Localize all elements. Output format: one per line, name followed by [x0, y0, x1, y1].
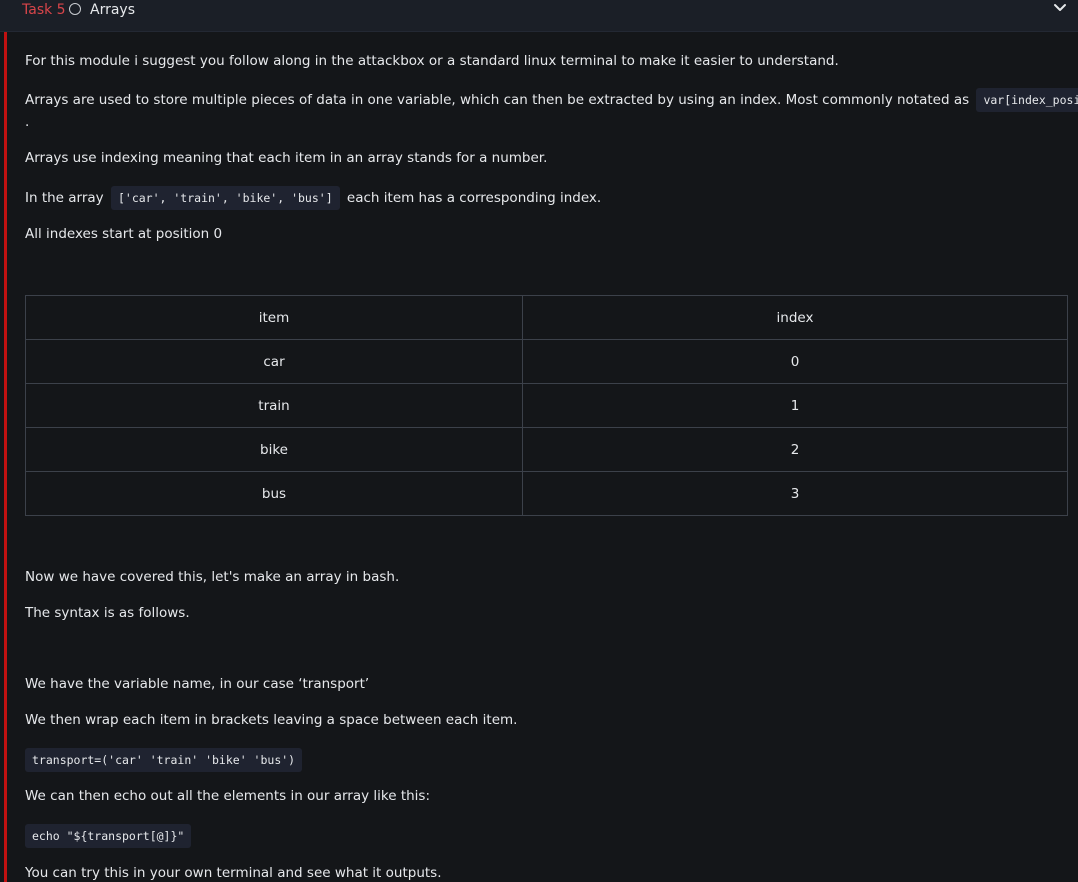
table-cell-item: train: [25, 383, 523, 428]
table-row: bus 3: [25, 471, 1068, 516]
paragraph-period: .: [25, 114, 30, 130]
paragraph-indexing: Arrays use indexing meaning that each it…: [25, 150, 548, 166]
table-row: train 1: [25, 383, 1068, 428]
table-row: car 0: [25, 339, 1068, 384]
table-cell-index: 0: [522, 339, 1068, 384]
paragraph-wrap-items: We then wrap each item in brackets leavi…: [25, 712, 518, 728]
table-cell-index: 1: [522, 383, 1068, 428]
paragraph-text: each item has a corresponding index.: [346, 190, 602, 206]
circle-outline-icon: [69, 3, 81, 15]
paragraph-array-example: In the array ['car', 'train', 'bike', 'b…: [25, 186, 602, 210]
paragraph-variable-name: We have the variable name, in our case ‘…: [25, 676, 370, 692]
index-table: item index car 0 train 1 bike 2 bus 3: [25, 295, 1068, 516]
paragraph-text: In the array: [25, 190, 104, 206]
paragraph-try: You can try this in your own terminal an…: [25, 865, 442, 881]
table-header-item: item: [25, 295, 523, 340]
paragraph-syntax: The syntax is as follows.: [25, 605, 190, 621]
paragraph-echo: We can then echo out all the elements in…: [25, 788, 430, 804]
table-cell-index: 3: [522, 471, 1068, 516]
task-header[interactable]: Task 5 Arrays: [0, 0, 1078, 32]
paragraph-text: Arrays are used to store multiple pieces…: [25, 92, 970, 108]
paragraph-make-array: Now we have covered this, let's make an …: [25, 569, 400, 585]
paragraph-indexes-start: All indexes start at position 0: [25, 226, 223, 242]
table-cell-item: bus: [25, 471, 523, 516]
table-cell-item: car: [25, 339, 523, 384]
code-block-assignment: transport=('car' 'train' 'bike' 'bus'): [25, 748, 303, 772]
code-block-echo: echo "${transport[@]}": [25, 824, 192, 848]
inline-code-array: ['car', 'train', 'bike', 'bus']: [110, 186, 340, 210]
task-title: Arrays: [90, 2, 136, 18]
table-row: bike 2: [25, 427, 1068, 472]
accent-bar: [4, 32, 7, 882]
chevron-down-icon[interactable]: [1053, 3, 1067, 13]
table-header-row: item index: [25, 295, 1068, 340]
paragraph-arrays-definition: Arrays are used to store multiple pieces…: [25, 88, 1078, 112]
paragraph-intro: For this module i suggest you follow alo…: [25, 53, 839, 69]
task-content: For this module i suggest you follow alo…: [0, 32, 1078, 882]
inline-code-index-position: var[index_position]: [976, 88, 1078, 112]
table-cell-item: bike: [25, 427, 523, 472]
task-number: Task 5: [22, 2, 66, 18]
table-header-index: index: [522, 295, 1068, 340]
table-cell-index: 2: [522, 427, 1068, 472]
